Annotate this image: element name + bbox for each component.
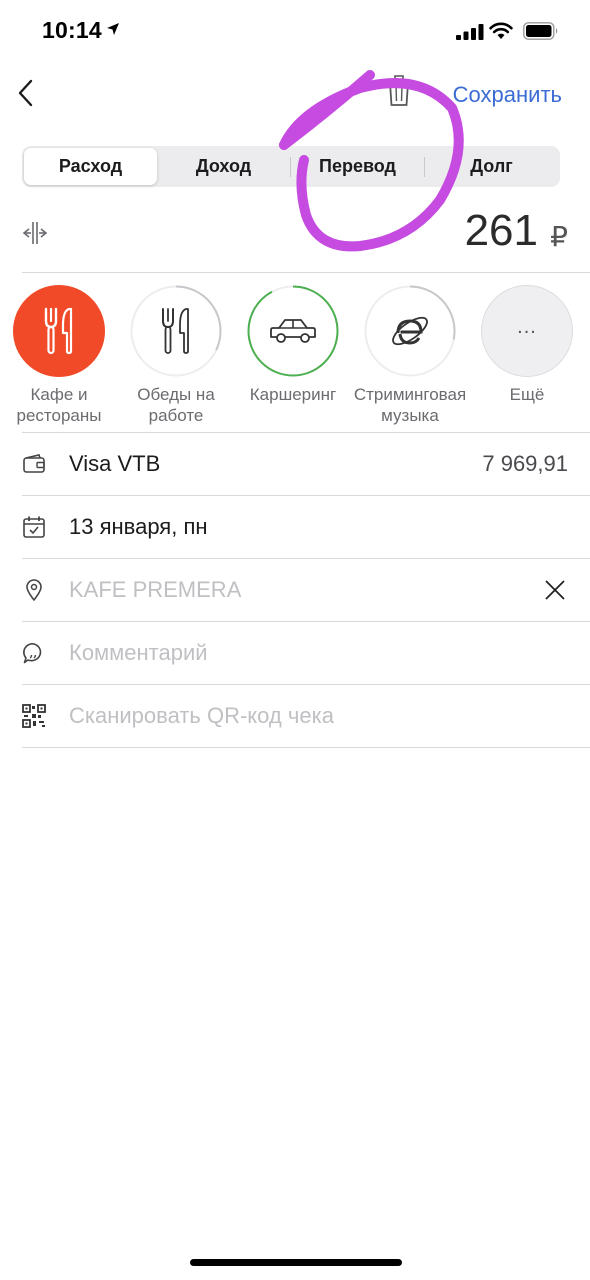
category-cafe[interactable]: Кафе и рестораны [0, 285, 118, 426]
category-icon-circle [13, 285, 105, 377]
category-more[interactable]: ... Ещё [468, 285, 586, 405]
comment-input[interactable]: Комментарий [69, 640, 208, 666]
date-row[interactable]: 13 января, пн [0, 496, 590, 558]
svg-text:,,: ,, [30, 647, 38, 660]
category-label: Ещё [509, 385, 545, 404]
divider [22, 747, 590, 748]
category-progress-arc [247, 285, 339, 377]
currency-symbol: ₽ [550, 221, 568, 252]
location-arrow-icon [107, 23, 119, 35]
category-label: Каршеринг [249, 385, 337, 404]
category-icon-circle: ... [481, 285, 573, 377]
category-icon-circle [364, 285, 456, 377]
category-progress-ring [247, 285, 339, 377]
amount-value[interactable]: 261 [465, 206, 538, 256]
status-time: 10:14 [42, 17, 102, 43]
calendar-icon [23, 516, 45, 538]
ellipsis-icon: ... [517, 315, 537, 338]
battery-icon [523, 22, 558, 40]
account-row[interactable]: Visa VTB 7 969,91 [0, 433, 590, 495]
place-name[interactable]: KAFE PREMERA [69, 577, 241, 603]
category-work-lunch[interactable]: Обеды на работе [117, 285, 235, 426]
wallet-icon [23, 454, 45, 473]
divider [22, 272, 590, 273]
nav-bar: Сохранить [0, 62, 590, 130]
chevron-left-icon [18, 79, 33, 107]
category-label: Стриминговая музыка [353, 385, 467, 425]
category-icon-circle [130, 285, 222, 377]
category-icon-circle [247, 285, 339, 377]
scan-qr-row[interactable]: Сканировать QR-код чека [0, 685, 590, 747]
tab-transfer[interactable]: Перевод [291, 148, 424, 185]
close-icon[interactable] [544, 579, 566, 601]
place-row[interactable]: KAFE PREMERA [0, 559, 590, 621]
transaction-type-tabs: Расход Доход Перевод Долг [22, 146, 560, 187]
home-indicator [190, 1259, 402, 1266]
category-streaming-music[interactable]: Стриминговая музыка [351, 285, 469, 426]
account-balance: 7 969,91 [482, 451, 568, 476]
status-bar: 10:14 [0, 0, 590, 62]
category-carousel[interactable]: Кафе и рестораны Обеды на работе Каршери… [0, 285, 590, 431]
split-icon[interactable] [22, 220, 48, 246]
tab-income[interactable]: Доход [157, 148, 290, 185]
fork-knife-icon [44, 307, 73, 355]
category-label: Обеды на работе [137, 385, 215, 425]
cellular-signal-icon [456, 24, 484, 40]
category-carsharing[interactable]: Каршеринг [234, 285, 352, 405]
save-button[interactable]: Сохранить [453, 82, 562, 108]
trash-icon[interactable] [386, 74, 412, 108]
tab-expense[interactable]: Расход [24, 148, 157, 185]
category-progress-ring [130, 285, 222, 377]
scan-qr-label: Сканировать QR-код чека [69, 703, 334, 728]
back-button[interactable] [10, 76, 40, 110]
date-value: 13 января, пн [69, 514, 208, 539]
amount-row[interactable]: 261 ₽ [22, 202, 568, 272]
category-label: Кафе и рестораны [16, 385, 102, 425]
account-name: Visa VTB [69, 451, 161, 476]
wifi-icon [489, 22, 513, 39]
category-progress-ring [364, 285, 456, 377]
comment-icon: ,, [23, 643, 42, 664]
qr-code-icon [22, 704, 46, 728]
tab-debt[interactable]: Долг [425, 148, 558, 185]
comment-row[interactable]: ,, Комментарий [0, 622, 590, 684]
location-pin-icon [26, 579, 42, 601]
